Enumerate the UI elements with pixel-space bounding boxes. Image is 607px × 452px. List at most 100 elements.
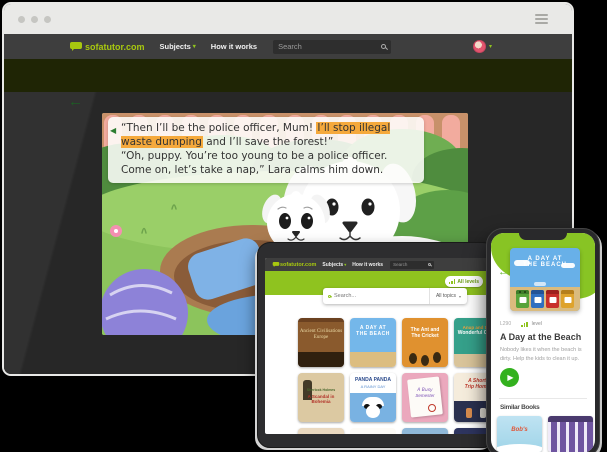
book-cover-partial[interactable]: [350, 428, 396, 434]
user-menu[interactable]: ▾: [473, 40, 492, 53]
book-title: A Scandal in Bohemia: [298, 394, 344, 404]
search-input[interactable]: [393, 262, 428, 267]
book-cover-anup-wonderful-oven[interactable]: Anup and theWonderful Oven: [454, 318, 488, 367]
level-icon: [521, 322, 528, 327]
search-input[interactable]: [278, 42, 381, 51]
nav-subjects-label: Subjects: [322, 262, 343, 268]
similar-book-birch-trees[interactable]: [548, 416, 593, 452]
navbar-search[interactable]: [273, 40, 391, 54]
logo-text[interactable]: sofatutor.com: [280, 262, 316, 268]
book-title: THE BEACH: [350, 331, 396, 337]
nav-item-how-it-works[interactable]: How it works: [211, 42, 257, 51]
play-icon: ▶: [507, 373, 513, 382]
green-bin-icon: [516, 290, 529, 308]
phone-screen: ← A DAY AT THE BEACH: [491, 233, 595, 452]
book-cover-ancient-civilisations[interactable]: Ancient CivilisationsEurope: [298, 318, 344, 367]
chevron-down-icon: ▾: [459, 294, 461, 299]
tablet-device: sofatutor.com Subjects▾ How it works All…: [257, 242, 496, 448]
nav-how-label: How it works: [352, 262, 383, 268]
nav-how-label: How it works: [211, 42, 257, 51]
similar-books-heading: Similar Books: [500, 404, 539, 411]
nav-item-subjects[interactable]: Subjects ▾: [160, 42, 196, 51]
cloud-art: [534, 282, 546, 286]
level-label: level: [532, 321, 542, 327]
hamburger-menu-icon[interactable]: [535, 14, 548, 24]
book-title: Trip Home: [454, 384, 488, 390]
book-cover-short-trip-home[interactable]: A ShortTrip Home: [454, 373, 488, 422]
book-grid: Ancient CivilisationsEurope A DAY ATTHE …: [298, 318, 488, 434]
book-title: A Day at the Beach: [500, 332, 581, 342]
topics-label: All topics: [436, 293, 456, 299]
story-text-box: ◀ “Then I’ll be the police officer, Mum!…: [108, 117, 424, 183]
blue-bin-icon: [531, 290, 544, 308]
book-cover-partial[interactable]: [454, 428, 488, 434]
back-arrow-icon[interactable]: ←: [68, 93, 83, 110]
back-arrow-icon[interactable]: ←: [498, 266, 509, 278]
book-cover-detail: A DAY AT THE BEACH: [510, 248, 580, 311]
phone-notch: [519, 233, 567, 240]
recycling-bins-art: [510, 290, 580, 308]
cover-title-line: THE BEACH: [510, 262, 580, 268]
book-cover-busy-semester[interactable]: A BusySemester: [402, 373, 448, 422]
search-field[interactable]: [323, 293, 429, 299]
story-line-2: “Oh, puppy. You’re too young to be a pol…: [121, 150, 417, 178]
logo-bubble-icon: [70, 42, 82, 51]
story-text: and I’ll save the forest!”: [203, 136, 333, 148]
story-text: “Then I’ll be the police officer, Mum!: [121, 122, 316, 134]
divider: [499, 398, 587, 399]
cover-title: A DAY AT THE BEACH: [510, 256, 580, 268]
library-search-bar: All topics ▾: [323, 288, 467, 304]
play-button[interactable]: ▶: [500, 368, 519, 387]
level-code: L290: [500, 321, 511, 327]
chevron-down-icon: ▾: [489, 44, 492, 50]
book-title: Ancient Civilisations: [298, 329, 344, 334]
audio-marker-icon: ◀: [110, 126, 116, 137]
similar-book-bobs[interactable]: Bob's: [497, 416, 542, 452]
book-cover-partial[interactable]: [298, 428, 344, 434]
chevron-down-icon: ▾: [344, 262, 346, 267]
story-line-1: “Then I’ll be the police officer, Mum! I…: [121, 122, 417, 150]
book-title: The Cricket: [402, 333, 448, 339]
search-icon: [428, 263, 431, 266]
chevron-down-icon: ▾: [193, 44, 196, 50]
avatar[interactable]: [473, 40, 486, 53]
all-levels-button[interactable]: All levels: [445, 276, 483, 287]
book-meta: L290 level: [500, 321, 542, 327]
book-title: PANDA PANDA: [350, 377, 396, 383]
search-icon: [381, 44, 386, 49]
red-bin-icon: [546, 290, 559, 308]
page-header-band: [4, 59, 572, 92]
book-title: Semester: [402, 393, 448, 398]
level-icon: [449, 279, 456, 284]
logo-bubble-icon: [273, 262, 280, 267]
book-title: Europe: [298, 335, 344, 340]
browser-titlebar: [4, 4, 572, 34]
all-levels-label: All levels: [457, 279, 479, 285]
sofatutor-logo[interactable]: sofatutor.com: [70, 42, 145, 52]
similar-books-row: Bob's: [497, 416, 593, 452]
book-cover-panda-panda[interactable]: PANDA PANDAA RAINY DAY: [350, 373, 396, 422]
book-title: Sherlock Holmes: [298, 388, 344, 392]
nav-subjects-label: Subjects: [160, 42, 191, 51]
page-canvas: sofatutor.com Subjects ▾ How it works ▾ …: [0, 0, 607, 452]
book-cover-ant-and-cricket[interactable]: The Ant andThe Cricket: [402, 318, 448, 367]
nav-item-how-it-works[interactable]: How it works: [352, 262, 383, 268]
book-title: Bob's: [511, 427, 527, 433]
logo-text: sofatutor.com: [85, 42, 145, 52]
tablet-navbar: sofatutor.com Subjects▾ How it works: [265, 258, 488, 271]
phone-device: ← A DAY AT THE BEACH: [486, 228, 600, 452]
navbar-search[interactable]: [390, 261, 434, 269]
topics-dropdown[interactable]: All topics ▾: [429, 288, 467, 304]
library-search-input[interactable]: [334, 293, 424, 299]
tablet-screen: sofatutor.com Subjects▾ How it works All…: [265, 258, 488, 434]
book-cover-partial[interactable]: [402, 428, 448, 434]
yellow-bin-icon: [561, 290, 574, 308]
search-icon: [328, 295, 331, 298]
book-cover-a-day-at-the-beach[interactable]: A DAY ATTHE BEACH: [350, 318, 396, 367]
nav-item-subjects[interactable]: Subjects▾: [322, 262, 346, 268]
book-title: Wonderful Oven: [454, 330, 488, 336]
window-controls[interactable]: [18, 16, 51, 23]
book-title: A RAINY DAY: [350, 384, 396, 389]
book-cover-scandal-in-bohemia[interactable]: Sherlock Holmes A Scandal in Bohemia: [298, 373, 344, 422]
site-navbar: sofatutor.com Subjects ▾ How it works ▾: [4, 34, 572, 59]
